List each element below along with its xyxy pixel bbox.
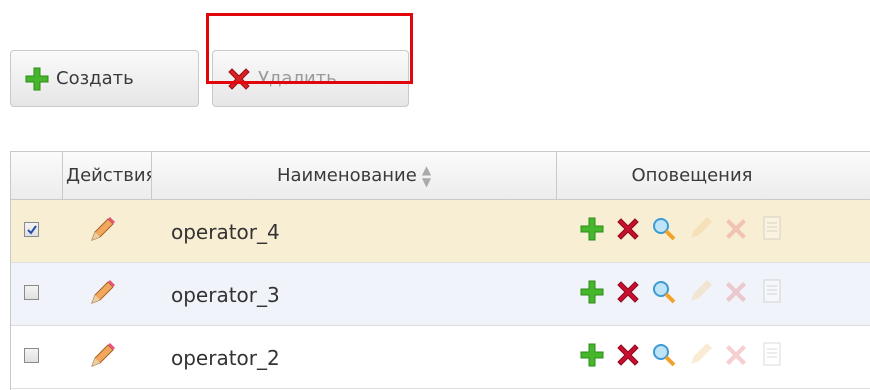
delete-icon[interactable] [613,214,643,244]
checkbox-icon[interactable] [24,285,39,300]
document-icon [757,214,787,244]
row-actions [577,340,793,370]
row-actions [577,277,793,307]
document-icon [757,277,787,307]
create-button[interactable]: Создать [10,50,199,107]
header-actions[interactable]: Действия [63,152,152,199]
row-name: operator_2 [171,345,280,370]
row-name: operator_4 [171,219,280,244]
header-name-label: Наименование [276,165,417,186]
delete-icon[interactable] [613,340,643,370]
row-name: operator_3 [171,282,280,307]
plus-icon[interactable] [577,277,607,307]
header-notifications-label: Оповещения [631,165,753,186]
header-select-cell[interactable] [11,152,63,199]
search-icon[interactable] [649,214,679,244]
table-row[interactable]: operator_4 [11,200,870,263]
header-actions-label: Действия [66,165,152,186]
delete-icon[interactable] [613,277,643,307]
highlight-box [206,13,413,84]
checkbox-icon[interactable] [24,348,39,363]
plus-icon[interactable] [577,340,607,370]
delete-icon [721,214,751,244]
plus-icon[interactable] [577,214,607,244]
delete-icon [721,340,751,370]
plus-icon [24,66,50,92]
delete-icon [721,277,751,307]
create-button-label: Создать [56,68,134,89]
header-notifications[interactable]: Оповещения [557,152,870,199]
search-icon[interactable] [649,277,679,307]
pencil-icon[interactable] [86,342,116,376]
grid-header: Действия Наименование ▲ ▼ Оповещения [11,152,870,200]
edit-icon [685,214,715,244]
search-icon[interactable] [649,340,679,370]
pencil-icon[interactable] [86,216,116,250]
header-name[interactable]: Наименование ▲ ▼ [152,152,557,199]
data-grid: Действия Наименование ▲ ▼ Оповещения oper… [10,151,870,390]
edit-icon [685,340,715,370]
edit-icon [685,277,715,307]
document-icon [757,340,787,370]
pencil-icon[interactable] [86,279,116,313]
row-actions [577,214,793,244]
sort-icon[interactable]: ▲ ▼ [422,164,431,188]
table-row[interactable]: operator_2 [11,326,870,389]
checkbox-icon[interactable] [24,222,39,237]
table-row[interactable]: operator_3 [11,263,870,326]
